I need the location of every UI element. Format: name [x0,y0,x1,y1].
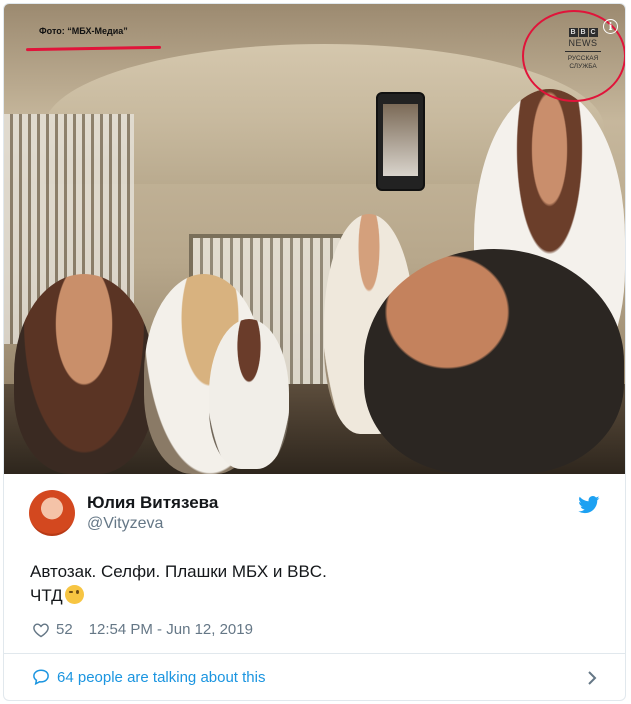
info-icon[interactable]: i [603,19,618,34]
tweet-text-line1: Автозак. Селфи. Плашки МБХ и BBC. [30,562,327,581]
winking-face-emoji-icon [64,585,84,604]
chevron-right-icon[interactable] [586,670,598,686]
held-phone [376,92,425,191]
like-count[interactable]: 52 [56,621,73,638]
bbc-letter: C [588,28,598,37]
embedded-tweet-card: Фото: “МБХ-Медиа” B B C NEWS РУССКАЯ СЛУ… [3,3,626,701]
person-woman-left [14,274,154,474]
bbc-letter-blocks: B B C [559,28,607,37]
photo-credit: Фото: “МБХ-Медиа” [39,26,128,36]
tweet-timestamp[interactable]: 12:54 PM - Jun 12, 2019 [89,621,253,638]
author-text: Юлия Витязева @Vityzeva [87,493,218,533]
person-smiling-man [364,249,624,474]
twitter-bird-icon[interactable] [578,496,600,514]
bbc-letter: B [568,28,578,37]
tweet-text: Автозак. Селфи. Плашки МБХ и BBC. ЧТД [30,560,327,608]
bbc-service-line1: РУССКАЯ [567,55,599,62]
bbc-news-russian-logo: B B C NEWS РУССКАЯ СЛУЖБА [559,28,607,71]
bbc-news-label: NEWS [568,38,598,48]
credit-red-underline [25,45,162,52]
divider [4,653,625,654]
talking-about-label[interactable]: 64 people are talking about this [57,669,265,686]
reply-bubble-icon [33,669,49,686]
talking-about-link[interactable]: 64 people are talking about this [32,668,265,686]
tweet-text-line2-text: ЧТД [30,586,63,605]
tweet-text-line2: ЧТД [30,584,327,608]
bbc-letter: B [578,28,588,37]
tweet-meta: 52 12:54 PM - Jun 12, 2019 [32,621,253,638]
bbc-service-line2: СЛУЖБА [569,63,597,70]
avatar[interactable] [29,490,75,536]
tweet-photo[interactable]: Фото: “МБХ-Медиа” B B C NEWS РУССКАЯ СЛУ… [4,4,625,474]
person-girl-white-shirt [209,319,289,469]
author-name[interactable]: Юлия Витязева [87,493,218,513]
heart-icon[interactable] [32,622,50,638]
author-handle[interactable]: @Vityzeva [87,515,218,533]
tweet-author[interactable]: Юлия Витязева @Vityzeva [29,490,218,536]
bbc-rule [565,51,601,52]
